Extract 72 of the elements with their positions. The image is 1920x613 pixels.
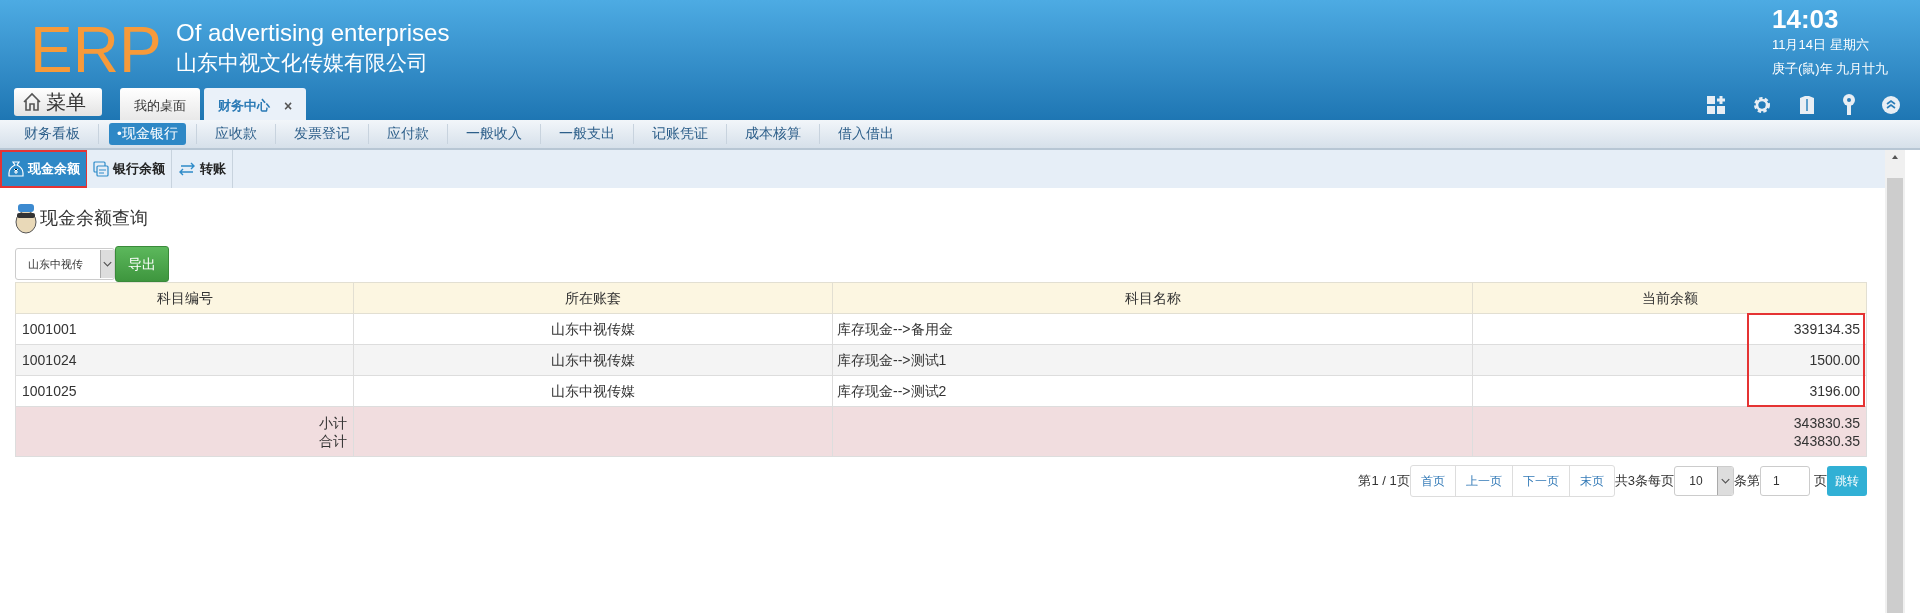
- scrollbar[interactable]: [1885, 150, 1905, 613]
- column-header: 当前余额: [1472, 282, 1867, 314]
- page-size-select[interactable]: 10: [1674, 466, 1734, 496]
- erp-logo: ERP: [30, 13, 160, 88]
- subtab[interactable]: 银行余额: [87, 150, 172, 188]
- home-icon: [22, 92, 42, 112]
- nav-item[interactable]: 借入借出: [829, 123, 902, 145]
- table-cell: 3196.00: [1472, 375, 1867, 407]
- card-icon: [93, 161, 109, 177]
- mascot-icon: [14, 202, 38, 234]
- summary-label: 合计: [318, 431, 347, 450]
- nav-item[interactable]: 财务看板: [16, 123, 88, 145]
- tab-label: 财务中心: [218, 97, 270, 116]
- page-button[interactable]: 末页: [1568, 466, 1614, 496]
- page-info: 第1 / 1页: [1358, 472, 1410, 491]
- settings-icon[interactable]: [1752, 95, 1772, 115]
- table-cell: 山东中视传媒: [353, 375, 833, 407]
- table-cell: 库存现金-->测试1: [832, 344, 1473, 376]
- nav-item[interactable]: 应收款: [206, 123, 265, 145]
- tab-label: 我的桌面: [134, 97, 186, 116]
- table-cell: 库存现金-->测试2: [832, 375, 1473, 407]
- nav-item[interactable]: 应付款: [378, 123, 437, 145]
- summary-value: 343830.35: [1792, 431, 1860, 450]
- collapse-icon[interactable]: [1882, 96, 1900, 114]
- column-header: 科目编号: [15, 282, 354, 314]
- table-cell: 1500.00: [1472, 344, 1867, 376]
- close-icon[interactable]: ×: [284, 95, 293, 117]
- nav-item[interactable]: 一般收入: [457, 123, 530, 145]
- rows-label: 条第: [1734, 472, 1760, 491]
- page-button[interactable]: 首页: [1410, 466, 1455, 496]
- table-cell: 1001025: [15, 375, 354, 407]
- nav-item[interactable]: •现金银行: [109, 123, 186, 145]
- export-button[interactable]: 导出: [115, 246, 169, 282]
- table-cell: 339134.35: [1472, 313, 1867, 345]
- transfer-icon: [178, 162, 196, 176]
- app-title: Of advertising enterprises: [176, 18, 450, 48]
- table-cell: 1001024: [15, 344, 354, 376]
- company-name: 山东中视文化传媒有限公司: [176, 50, 429, 76]
- clock-time: 14:03: [1772, 4, 1840, 34]
- table-cell: 库存现金-->备用金: [832, 313, 1473, 345]
- page-button[interactable]: 上一页: [1454, 466, 1512, 496]
- chevron-down-icon: [1717, 467, 1733, 495]
- chevron-down-icon: [100, 250, 114, 278]
- subtab-label: 现金余额: [28, 160, 80, 179]
- money-bag-icon: [8, 161, 24, 177]
- lunar-date: 庚子(鼠)年 九月廿九: [1772, 60, 1890, 78]
- table-cell: 山东中视传媒: [353, 344, 833, 376]
- company-select[interactable]: 山东中视传: [15, 248, 115, 280]
- summary-label: 小计: [318, 413, 347, 432]
- subtab[interactable]: 转账: [172, 150, 233, 188]
- nav-item[interactable]: 成本核算: [736, 123, 809, 145]
- subtab-label: 转账: [200, 160, 226, 179]
- page-title: 现金余额查询: [40, 206, 148, 230]
- page-input[interactable]: 1: [1760, 466, 1810, 496]
- page-label: 页: [1814, 472, 1827, 491]
- key-icon[interactable]: [1842, 94, 1856, 116]
- nav-item[interactable]: 一般支出: [550, 123, 623, 145]
- subtab[interactable]: 现金余额: [0, 150, 87, 188]
- summary-value: 343830.35: [1792, 413, 1860, 432]
- scrollbar-thumb[interactable]: [1887, 178, 1903, 613]
- subtab-label: 银行余额: [113, 160, 165, 179]
- table-cell: 山东中视传媒: [353, 313, 833, 345]
- add-widget-icon[interactable]: [1706, 95, 1726, 115]
- nav-item[interactable]: 发票登记: [285, 123, 358, 145]
- nav-item[interactable]: 记账凭证: [643, 123, 716, 145]
- page-button[interactable]: 下一页: [1511, 466, 1569, 496]
- date-text: 11月14日 星期六: [1772, 36, 1870, 54]
- total-label: 共3条每页: [1614, 472, 1674, 491]
- column-header: 科目名称: [832, 282, 1473, 314]
- table-cell: 1001001: [15, 313, 354, 345]
- column-header: 所在账套: [353, 282, 833, 314]
- menu-button[interactable]: 菜单: [14, 88, 102, 116]
